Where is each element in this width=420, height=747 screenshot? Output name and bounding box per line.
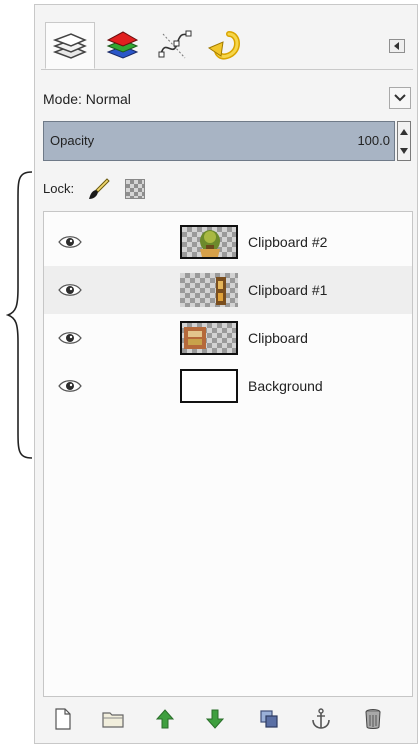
paths-tab[interactable] xyxy=(149,23,199,67)
duplicate-layer-button[interactable] xyxy=(257,707,281,731)
new-layer-group-icon xyxy=(102,712,124,728)
chevron-down-icon xyxy=(394,94,406,102)
opacity-slider[interactable]: Opacity 100.0 xyxy=(43,121,395,161)
layer-thumbnail xyxy=(180,321,238,355)
raise-layer-icon xyxy=(156,709,174,729)
layer-name[interactable]: Clipboard #2 xyxy=(248,234,327,250)
opacity-label: Opacity xyxy=(50,133,95,148)
eye-icon[interactable] xyxy=(58,376,82,396)
layer-thumbnail xyxy=(180,273,238,307)
lower-layer-icon xyxy=(206,709,224,729)
paths-icon xyxy=(158,30,192,59)
new-layer-button[interactable] xyxy=(51,707,75,731)
layers-icon xyxy=(52,32,87,59)
anchor-layer-button[interactable] xyxy=(309,707,333,731)
duplicate-layer-icon xyxy=(260,710,278,728)
delete-layer-button[interactable] xyxy=(361,707,385,731)
undo-icon xyxy=(207,31,240,60)
layers-toolbar xyxy=(43,701,413,735)
eye-icon[interactable] xyxy=(58,232,82,252)
mode-label: Mode: Normal xyxy=(43,91,131,107)
layer-row[interactable]: Clipboard xyxy=(44,314,412,362)
layers-list: Clipboard #2 Clipboard #1 Clipboard Back… xyxy=(43,211,413,697)
eye-icon[interactable] xyxy=(58,328,82,348)
layer-row[interactable]: Clipboard #1 xyxy=(44,266,412,314)
layer-row[interactable]: Clipboard #2 xyxy=(44,218,412,266)
lower-layer-button[interactable] xyxy=(203,707,227,731)
new-layer-icon xyxy=(55,708,71,730)
channels-icon xyxy=(106,31,139,59)
lock-row: Lock: xyxy=(43,177,403,201)
spin-down-icon[interactable] xyxy=(398,141,410,160)
lock-label: Lock: xyxy=(43,181,75,196)
raise-layer-button[interactable] xyxy=(153,707,177,731)
anchor-layer-icon xyxy=(312,708,330,729)
layers-dock-panel: Mode: Normal Opacity 100.0 Lock: Clipboa… xyxy=(34,4,418,744)
tab-menu-icon xyxy=(394,42,399,50)
dock-tab-bar xyxy=(41,19,413,70)
new-layer-group-button[interactable] xyxy=(101,707,125,731)
layer-name[interactable]: Clipboard xyxy=(248,330,308,346)
opacity-spinner[interactable] xyxy=(397,121,411,161)
opacity-value: 100.0 xyxy=(357,133,390,148)
lock-pixels-icon[interactable] xyxy=(87,177,111,201)
layer-name[interactable]: Clipboard #1 xyxy=(248,282,327,298)
layers-tab[interactable] xyxy=(45,22,95,69)
undo-history-tab[interactable] xyxy=(201,23,251,67)
mode-selector[interactable]: Mode: Normal xyxy=(43,87,415,113)
spin-up-icon[interactable] xyxy=(398,122,410,141)
curly-brace-annotation xyxy=(6,171,33,459)
layer-name[interactable]: Background xyxy=(248,378,323,394)
lock-alpha-icon[interactable] xyxy=(125,179,145,199)
channels-tab[interactable] xyxy=(97,23,147,67)
tab-menu-button[interactable] xyxy=(389,39,405,53)
layer-row[interactable]: Background xyxy=(44,362,412,410)
eye-icon[interactable] xyxy=(58,280,82,300)
layer-thumbnail xyxy=(180,225,238,259)
layer-thumbnail xyxy=(180,369,238,403)
mode-dropdown-button[interactable] xyxy=(389,87,411,109)
delete-layer-icon xyxy=(365,709,381,729)
